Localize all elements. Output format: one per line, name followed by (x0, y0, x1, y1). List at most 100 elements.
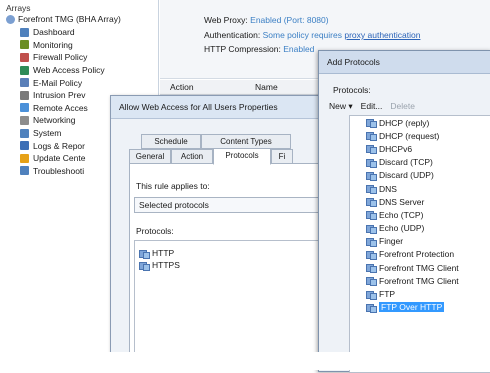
tab-schedule[interactable]: Schedule (141, 134, 201, 149)
protocol-tree-item[interactable]: DNS Server (350, 195, 490, 208)
protocol-tree-item[interactable]: DHCP (reply) (350, 116, 490, 129)
protocol-name: Echo (TCP) (379, 209, 424, 220)
protocol-tree-item[interactable]: Discard (TCP) (350, 156, 490, 169)
protocol-name: Forefront TMG Client (379, 262, 459, 273)
tree-header: Arrays (6, 3, 31, 13)
tab-protocols[interactable]: Protocols (213, 148, 271, 165)
tree-item[interactable]: Dashboard (20, 26, 105, 39)
protocol-name: DNS Server (379, 196, 425, 207)
bottom-margin (0, 352, 490, 370)
tab-content-types[interactable]: Content Types (201, 134, 291, 149)
protocol-name: DNS (379, 183, 397, 194)
protocol-name: HTTPS (152, 260, 180, 270)
applies-to-select[interactable]: Selected protocols (134, 197, 322, 213)
tree-item[interactable]: Networking (20, 114, 105, 127)
web-proxy-row: Web Proxy: Enabled (Port: 8080) (204, 15, 329, 25)
list-item[interactable]: HTTP (135, 247, 321, 259)
column-header-name[interactable]: Name (255, 82, 278, 92)
list-item[interactable]: HTTPS (135, 259, 321, 271)
authentication-label: Authentication: (204, 30, 261, 40)
protocol-icon (366, 290, 377, 300)
proxy-authentication-link[interactable]: proxy authentication (344, 30, 420, 40)
tree-item[interactable]: Intrusion Prev (20, 89, 105, 102)
tree-item-label: Intrusion Prev (33, 90, 86, 101)
tree-item[interactable]: Remote Acces (20, 102, 105, 115)
web-proxy-label: Web Proxy: (204, 15, 248, 25)
authentication-row: Authentication: Some policy requires pro… (204, 30, 420, 40)
tree-item[interactable]: Troubleshooti (20, 165, 105, 178)
protocol-icon (366, 303, 377, 313)
protocol-tree-item[interactable]: DNS (350, 182, 490, 195)
tree-root-label: Forefront TMG (BHA Array) (18, 14, 121, 24)
protocol-name: DHCP (request) (379, 130, 440, 141)
tree-item-label: Remote Acces (33, 102, 88, 113)
tree-item-label: Logs & Repor (33, 140, 85, 151)
tree-item[interactable]: Web Access Policy (20, 64, 105, 77)
tree-item-label: Firewall Policy (33, 52, 88, 63)
protocol-tree-item[interactable]: Forefront TMG Client (350, 261, 490, 274)
protocol-name: DHCP (reply) (379, 117, 430, 128)
tab-from[interactable]: Fi (271, 149, 293, 164)
column-header-action[interactable]: Action (170, 82, 194, 92)
tab-action[interactable]: Action (171, 149, 213, 164)
protocol-tree-item[interactable]: Echo (TCP) (350, 208, 490, 221)
server-array-icon (6, 14, 15, 24)
rule-protocols-list[interactable]: HTTP HTTPS (134, 240, 322, 357)
system-icon (20, 128, 29, 138)
tree-item[interactable]: Logs & Repor (20, 139, 105, 152)
protocol-tree-item[interactable]: FTP (350, 287, 490, 300)
protocol-icon (366, 118, 377, 129)
tree-item-label: E-Mail Policy (33, 77, 83, 88)
protocol-name: Discard (TCP) (379, 157, 433, 168)
intrusion-prevention-icon (20, 90, 29, 100)
protocol-name: Forefront Protection (379, 249, 455, 260)
update-center-icon (20, 153, 29, 163)
web-proxy-value: Enabled (Port: 8080) (250, 15, 329, 25)
protocol-name: Echo (UDP) (379, 223, 425, 234)
add-protocols-label: Protocols: (333, 85, 371, 95)
edit-button[interactable]: Edit... (361, 101, 383, 113)
protocol-tree-item[interactable]: Finger (350, 235, 490, 248)
tree-item[interactable]: Update Cente (20, 152, 105, 165)
protocol-icon (366, 184, 377, 195)
protocol-name: Discard (UDP) (379, 170, 434, 181)
protocol-tree-item[interactable]: Discard (UDP) (350, 169, 490, 182)
protocol-name: FTP Over HTTP (379, 302, 445, 313)
protocol-icon (366, 171, 377, 181)
add-protocols-title: Add Protocols (327, 57, 380, 67)
tree-item[interactable]: Monitoring (20, 39, 105, 52)
protocol-name: HTTP (152, 248, 175, 258)
protocol-tree-item[interactable]: DHCPv6 (350, 142, 490, 155)
dialog-title-bar[interactable]: Allow Web Access for All Users Propertie… (111, 96, 341, 119)
protocol-tree-item[interactable]: Forefront TMG Client (350, 274, 490, 287)
tree-item-label: Update Cente (33, 153, 86, 164)
protocol-icon (366, 224, 377, 234)
protocol-name: Forefront TMG Client (379, 275, 459, 286)
protocol-icon (366, 237, 377, 247)
dashboard-icon (20, 27, 29, 37)
add-protocols-toolbar: New ▾ Edit... Delete (329, 101, 415, 113)
add-protocols-title-bar[interactable]: Add Protocols (319, 51, 490, 74)
authentication-value: Some policy requires (262, 30, 342, 40)
tree-items: Dashboard Monitoring Firewall Policy Web Ac… (20, 26, 105, 177)
dialog-title: Allow Web Access for All Users Propertie… (119, 102, 278, 112)
troubleshooting-icon (20, 166, 29, 176)
protocol-tree-item[interactable]: FTP Over HTTP (350, 301, 490, 314)
tab-general[interactable]: General (129, 149, 171, 164)
protocol-tree-item[interactable]: DHCP (request) (350, 129, 490, 142)
delete-button[interactable]: Delete (390, 101, 415, 113)
protocol-tree-item[interactable]: Echo (UDP) (350, 222, 490, 235)
protocol-name: DHCPv6 (379, 143, 413, 154)
new-menu-button[interactable]: New ▾ (329, 101, 353, 113)
applies-to-label: This rule applies to: (136, 181, 210, 191)
tree-item[interactable]: Firewall Policy (20, 51, 105, 64)
tree-root-item[interactable]: Forefront TMG (BHA Array) (6, 14, 121, 24)
protocol-tree-item[interactable]: Forefront Protection (350, 248, 490, 261)
networking-icon (20, 115, 29, 125)
protocol-name: FTP (379, 289, 396, 300)
http-compression-label: HTTP Compression: (204, 44, 281, 54)
tree-item[interactable]: System (20, 127, 105, 140)
tree-item[interactable]: E-Mail Policy (20, 76, 105, 89)
monitoring-icon (20, 40, 29, 50)
protocol-tree-list[interactable]: DHCP (reply) DHCP (request) DHCPv6 Discard … (349, 115, 490, 373)
